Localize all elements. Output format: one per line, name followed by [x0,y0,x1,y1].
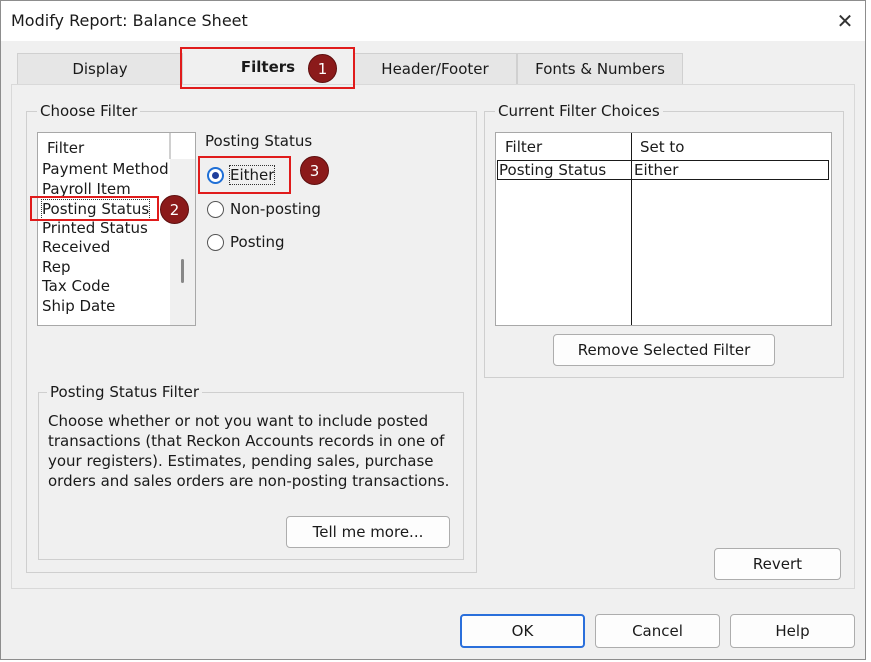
annotation-box-posting-status [30,196,159,221]
posting-status-label: Posting Status [205,132,313,150]
filter-list-header: Filter [38,133,170,159]
cancel-button[interactable]: Cancel [595,614,720,648]
tell-me-more-button[interactable]: Tell me more... [286,516,450,548]
current-filter-table[interactable]: Filter Set to Posting Status Either [495,132,832,326]
annotation-marker-2: 2 [160,195,189,224]
list-item[interactable]: Rep [42,258,71,277]
annotation-box-either [198,156,291,194]
tab-header-footer[interactable]: Header/Footer [353,53,517,84]
posting-status-filter-label: Posting Status Filter [47,383,203,401]
scrollbar-top [170,133,195,159]
scrollbar-thumb[interactable] [181,259,184,283]
annotation-marker-3: 3 [300,156,329,185]
close-button[interactable]: ✕ [827,5,863,37]
scrollbar-track[interactable] [170,159,195,325]
revert-button[interactable]: Revert [714,548,841,580]
filter-help-text: Choose whether or not you want to includ… [48,412,450,490]
ok-button[interactable]: OK [460,614,585,648]
title-bar: Modify Report: Balance Sheet ✕ [1,1,865,41]
help-button[interactable]: Help [730,614,855,648]
modify-report-dialog: Modify Report: Balance Sheet ✕ Display F… [0,0,866,660]
list-item[interactable]: Payment Method [42,160,169,179]
current-filter-choices-label: Current Filter Choices [495,102,663,120]
list-item[interactable]: Printed Status [42,219,148,238]
column-header-set-to: Set to [640,138,685,156]
list-item[interactable]: Received [42,238,110,257]
table-cell-filter: Posting Status [499,161,607,179]
remove-selected-filter-button[interactable]: Remove Selected Filter [553,334,775,366]
tab-display[interactable]: Display [17,53,183,84]
window-title: Modify Report: Balance Sheet [11,11,248,30]
radio-posting-label[interactable]: Posting [230,233,285,251]
choose-filter-label: Choose Filter [37,102,141,120]
column-header-filter: Filter [505,138,543,156]
tab-fonts-numbers-label: Fonts & Numbers [535,60,665,78]
filter-list[interactable]: Filter Payment Method Payroll Item Posti… [37,132,196,326]
table-cell-set-to: Either [634,161,679,179]
tab-header-footer-label: Header/Footer [381,60,489,78]
list-item[interactable]: Ship Date [42,297,115,316]
annotation-marker-1: 1 [308,54,337,83]
tab-display-label: Display [72,60,128,78]
tab-fonts-numbers[interactable]: Fonts & Numbers [517,53,683,84]
list-item[interactable]: Tax Code [42,277,110,296]
radio-non-posting-label[interactable]: Non-posting [230,200,321,218]
radio-non-posting[interactable] [207,201,224,218]
radio-posting[interactable] [207,234,224,251]
